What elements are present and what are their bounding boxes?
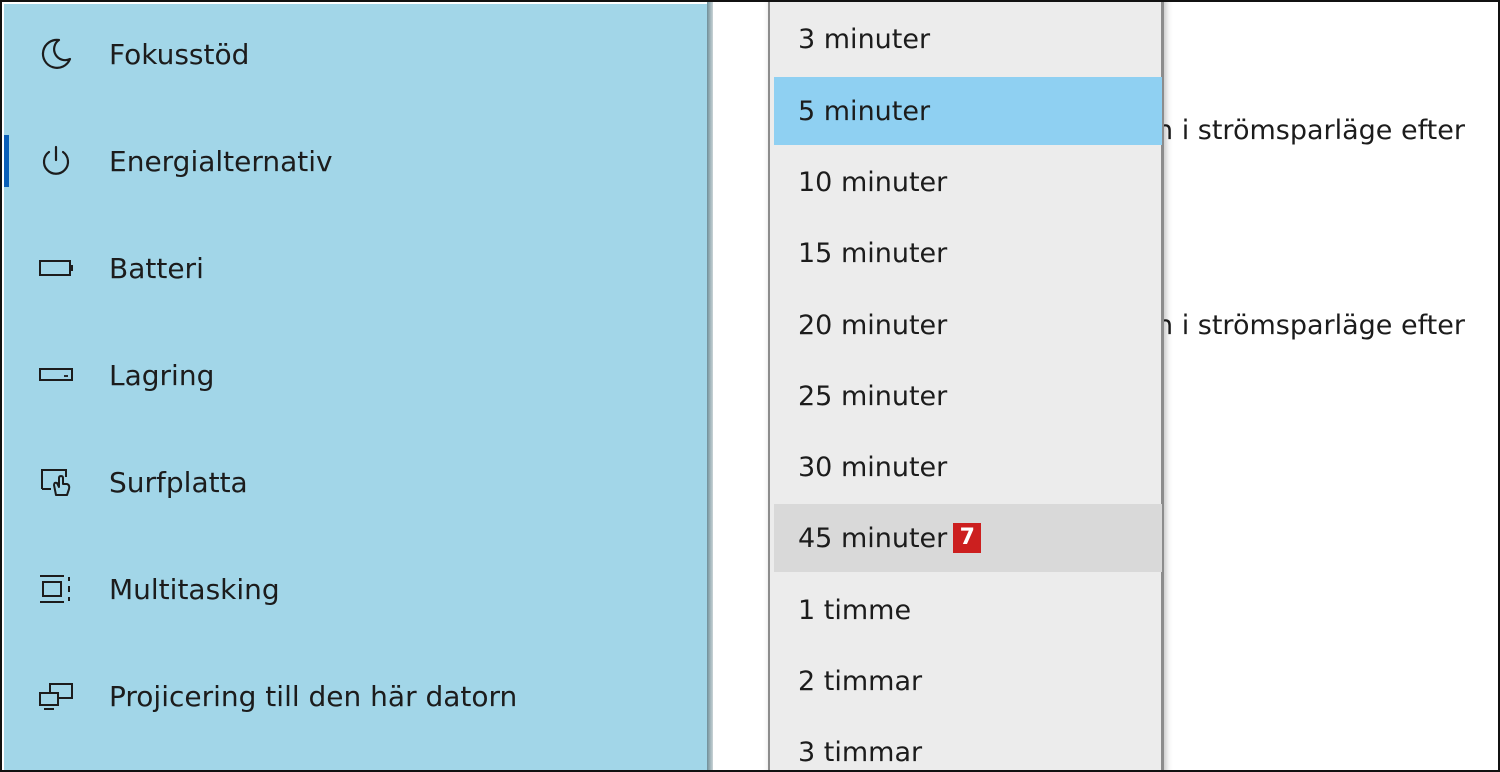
option-label: 10 minuter <box>798 166 948 198</box>
option-3-timmar[interactable]: 3 timmar <box>774 718 1162 770</box>
sidebar-item-label: Lagring <box>109 358 215 392</box>
option-45-minuter[interactable]: 45 minuter 7 <box>774 504 1162 572</box>
multitasking-icon <box>38 571 74 607</box>
option-label: 45 minuter 7 <box>798 522 982 554</box>
sidebar-item-lagring[interactable]: Lagring <box>4 340 707 410</box>
option-label: 20 minuter <box>798 309 948 341</box>
sleep-timeout-dropdown[interactable]: 3 minuter 5 minuter 10 minuter 15 minute… <box>768 2 1164 770</box>
sidebar-item-energialternativ[interactable]: Energialternativ <box>4 126 707 196</box>
sidebar-item-label: Surfplatta <box>109 465 248 499</box>
option-label: 3 timmar <box>798 736 923 768</box>
sidebar-item-batteri[interactable]: Batteri <box>4 233 707 303</box>
option-label: 3 minuter <box>798 23 931 55</box>
sidebar-item-label: Fokusstöd <box>109 37 250 71</box>
moon-icon <box>38 36 74 72</box>
sidebar-item-fokusstod[interactable]: Fokusstöd <box>4 19 707 89</box>
power-icon <box>38 143 74 179</box>
active-indicator <box>4 135 9 187</box>
settings-sidebar: Fokusstöd Energialternativ Batteri Lagri… <box>4 4 707 770</box>
sidebar-item-label: Projicering till den här datorn <box>109 679 518 713</box>
sleep-setting-text-battery: n i strömsparläge efter <box>1156 115 1465 146</box>
option-label: 30 minuter <box>798 451 948 483</box>
sidebar-item-label: Multitasking <box>109 572 280 606</box>
option-10-minuter[interactable]: 10 minuter <box>774 148 1162 216</box>
option-30-minuter[interactable]: 30 minuter <box>774 433 1162 501</box>
sidebar-item-label: Batteri <box>109 251 204 285</box>
option-15-minuter[interactable]: 15 minuter <box>774 219 1162 287</box>
projecting-icon <box>38 678 74 714</box>
sidebar-item-surfplatta[interactable]: Surfplatta <box>4 447 707 517</box>
storage-drive-icon <box>38 357 74 393</box>
option-label-text: 45 minuter <box>798 522 948 554</box>
option-20-minuter[interactable]: 20 minuter <box>774 291 1162 359</box>
option-label: 25 minuter <box>798 380 948 412</box>
sidebar-item-multitasking[interactable]: Multitasking <box>4 554 707 624</box>
option-1-timme[interactable]: 1 timme <box>774 576 1162 644</box>
sleep-setting-text-plugged: n i strömsparläge efter <box>1156 310 1465 341</box>
option-label: 5 minuter <box>798 95 931 127</box>
sidebar-item-label: Energialternativ <box>109 144 333 178</box>
option-3-minuter[interactable]: 3 minuter <box>774 5 1162 73</box>
sidebar-item-projicering[interactable]: Projicering till den här datorn <box>4 661 707 731</box>
tablet-mode-icon <box>38 464 74 500</box>
battery-icon <box>38 250 74 286</box>
screenshot-frame: Fokusstöd Energialternativ Batteri Lagri… <box>0 0 1500 772</box>
step-number-badge: 7 <box>953 523 982 553</box>
option-label: 15 minuter <box>798 237 948 269</box>
option-label: 1 timme <box>798 594 912 626</box>
option-5-minuter[interactable]: 5 minuter <box>774 77 1162 145</box>
option-2-timmar[interactable]: 2 timmar <box>774 647 1162 715</box>
option-25-minuter[interactable]: 25 minuter <box>774 362 1162 430</box>
option-label: 2 timmar <box>798 665 923 697</box>
